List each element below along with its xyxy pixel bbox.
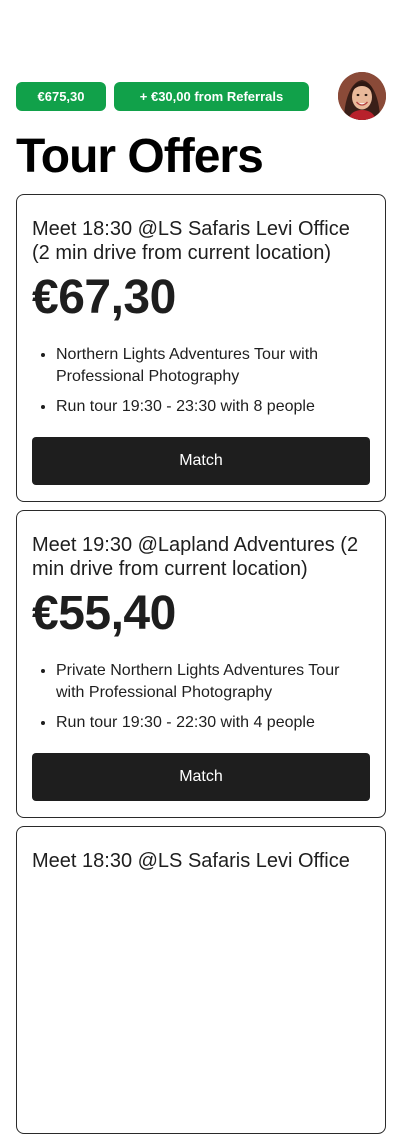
offer-price: €67,30 — [32, 271, 176, 324]
referral-earnings-badge[interactable]: + €30,00 from Referrals — [114, 82, 309, 111]
user-avatar-icon — [338, 72, 386, 120]
offer-detail-item: Northern Lights Adventures Tour with Pro… — [56, 344, 370, 388]
offer-meeting-info: Meet 18:30 @LS Safaris Levi Office (2 mi… — [32, 218, 350, 264]
tour-offer-card: Meet 18:30 @LS Safaris Levi Office (2 mi… — [16, 194, 386, 502]
offer-detail-item: Private Northern Lights Adventures Tour … — [56, 660, 370, 704]
balance-badge[interactable]: €675,30 — [16, 82, 106, 111]
tour-offer-card: Meet 19:30 @Lapland Adventures (2 min dr… — [16, 510, 386, 818]
page-title: Tour Offers — [16, 130, 264, 183]
offer-detail-item: Run tour 19:30 - 23:30 with 8 people — [56, 396, 370, 418]
avatar[interactable] — [338, 72, 386, 120]
match-button[interactable]: Match — [32, 753, 370, 801]
offer-details-list: Private Northern Lights Adventures Tour … — [32, 660, 370, 734]
top-bar: €675,30 + €30,00 from Referrals — [16, 72, 386, 120]
offer-details-list: Northern Lights Adventures Tour with Pro… — [32, 344, 370, 418]
offer-detail-item: Run tour 19:30 - 22:30 with 4 people — [56, 712, 370, 734]
offer-meeting-info: Meet 19:30 @Lapland Adventures (2 min dr… — [32, 534, 359, 580]
match-button[interactable]: Match — [32, 437, 370, 485]
tour-offer-card: Meet 18:30 @LS Safaris Levi Office — [16, 826, 386, 1134]
offer-price: €55,40 — [32, 587, 176, 640]
offer-meeting-info: Meet 18:30 @LS Safaris Levi Office — [32, 850, 350, 872]
